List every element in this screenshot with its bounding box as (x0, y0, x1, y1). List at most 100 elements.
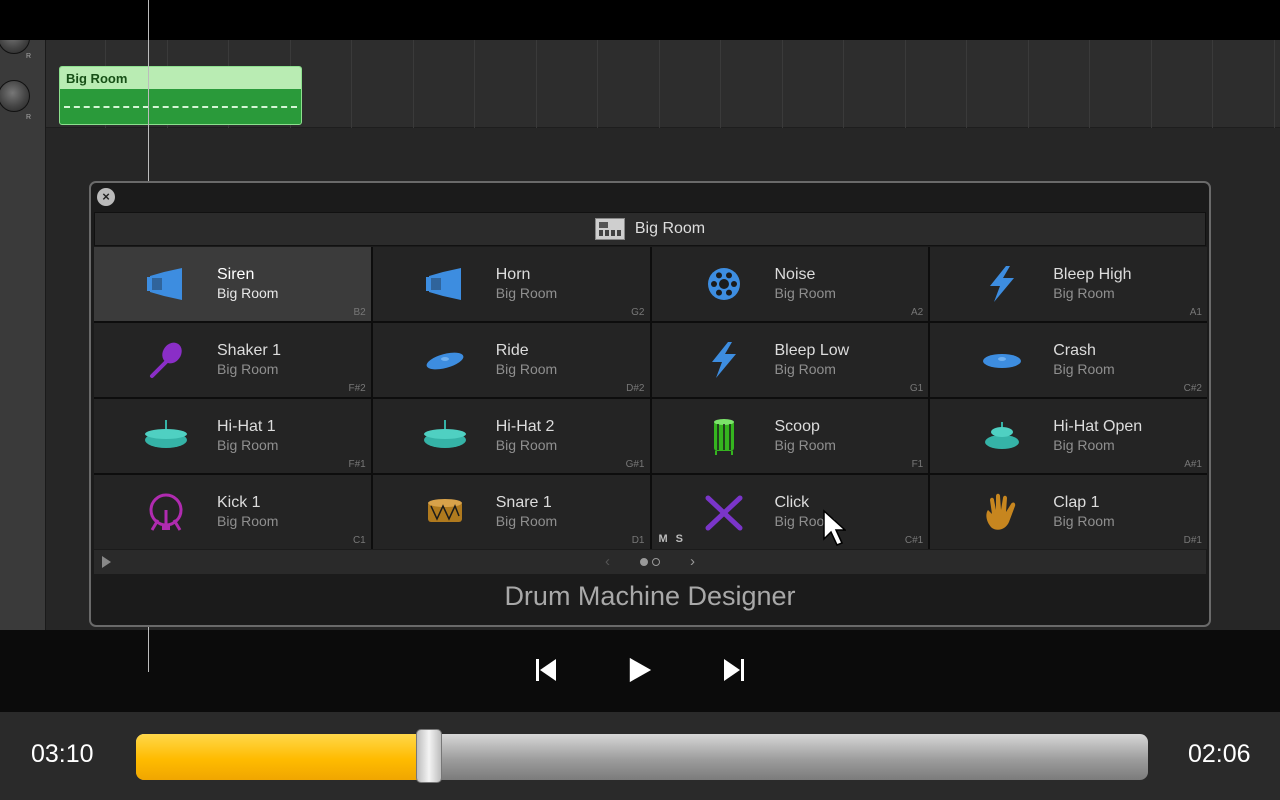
kit-header[interactable]: Big Room (94, 212, 1206, 246)
mute-button[interactable]: M (659, 533, 676, 545)
pad-name: Kick 1 (217, 494, 261, 511)
siren-icon (144, 264, 188, 304)
pad-name: Clap 1 (1053, 494, 1100, 511)
pad-name: Shaker 1 (217, 342, 282, 359)
pad-footer: ‹ › (94, 550, 1206, 574)
page-dot-1[interactable] (640, 557, 648, 566)
pad-name: Hi-Hat 2 (495, 418, 555, 435)
hihat-icon (144, 416, 188, 456)
progress-thumb[interactable] (416, 729, 443, 783)
pad-kit-name: Big Room (495, 513, 558, 529)
volume-knob[interactable] (0, 80, 30, 112)
region-title: Big Room (60, 67, 301, 89)
knob-marker: R (26, 53, 32, 60)
pad-name: Noise (774, 266, 816, 283)
drum-pad[interactable]: Scoop Big Room F1 (651, 399, 929, 473)
grid-line (412, 40, 414, 128)
drum-pad[interactable]: Hi-Hat 1 Big Room F#1 (94, 399, 371, 473)
drum-pad[interactable]: Horn Big Room G2 (372, 247, 650, 321)
drum-pad[interactable]: Snare 1 Big Room D1 (372, 475, 650, 549)
kick-drum-icon (144, 492, 188, 532)
pad-note: G1 (909, 383, 924, 394)
drum-pad[interactable]: Clap 1 Big Room D#1 (930, 475, 1207, 549)
region-waveform (64, 106, 297, 110)
knob-marker: R (26, 114, 32, 121)
grid-line (1212, 40, 1213, 128)
playback-progress-area: 03:10 02:06 (0, 712, 1280, 800)
grid-line (597, 40, 598, 128)
pad-kit-name: Big Room (217, 437, 279, 453)
prev-page-button[interactable]: ‹ (605, 553, 610, 570)
drum-pad[interactable]: Ride Big Room D#2 (372, 323, 650, 397)
pan-knob[interactable] (0, 40, 30, 54)
pad-kit-name: Big Room (774, 285, 836, 301)
page-dots[interactable] (640, 557, 660, 566)
pad-note: A2 (911, 307, 924, 318)
next-page-button[interactable]: › (690, 553, 695, 570)
pad-kit-name: Big Room (495, 437, 558, 453)
pad-kit-name: Big Room (774, 437, 836, 453)
shaker-icon (144, 340, 188, 380)
pad-note: C#2 (1183, 383, 1202, 394)
mute-solo-buttons[interactable]: MS (659, 533, 692, 545)
drum-pad[interactable]: Crash Big Room C#2 (930, 323, 1207, 397)
remaining-time: 02:06 (1188, 740, 1251, 768)
horn-icon (423, 264, 467, 304)
pad-name: Bleep Low (774, 342, 850, 359)
lightning-icon (702, 340, 746, 380)
drum-pad[interactable]: Kick 1 Big Room C1 (94, 475, 371, 549)
video-player-screen: R R Big Room × Big Room Siren Big Room B2 H… (0, 0, 1280, 800)
drum-pad[interactable]: Shaker 1 Big Room F#2 (94, 323, 371, 397)
drumsticks-icon (702, 492, 746, 532)
progress-fill (136, 734, 430, 780)
close-icon[interactable]: × (97, 188, 115, 206)
pad-kit-name: Big Room (774, 361, 836, 377)
pad-note: A#1 (1184, 459, 1202, 470)
grid-line (966, 40, 967, 128)
pad-note: G#1 (625, 459, 645, 470)
pad-name: Scoop (774, 418, 820, 435)
progress-track[interactable] (136, 734, 1148, 780)
drum-pad[interactable]: Hi-Hat 2 Big Room G#1 (372, 399, 650, 473)
elapsed-time: 03:10 (31, 740, 94, 768)
pad-kit-name: Big Room (1053, 361, 1115, 377)
drum-pad[interactable]: Noise Big Room A2 (651, 247, 929, 321)
pad-note: B2 (353, 307, 366, 318)
pad-grid: Siren Big Room B2 Horn Big Room G2 Noise Big Ro… (94, 247, 1207, 549)
plugin-title: Drum Machine Designer (504, 581, 796, 611)
drum-machine-designer-window: × Big Room Siren Big Room B2 Horn Big Room G2… (89, 181, 1211, 627)
clap-hand-icon (980, 492, 1024, 532)
grid-line (535, 40, 537, 128)
play-icon[interactable] (626, 657, 654, 683)
pad-name: Click (774, 494, 810, 511)
drum-pad[interactable]: Click Big Room C#1 MS (651, 475, 929, 549)
crash-cymbal-icon (980, 340, 1024, 380)
solo-button[interactable]: S (676, 533, 691, 545)
drum-pad[interactable]: Bleep Low Big Room G1 (651, 323, 929, 397)
drum-pad[interactable]: Bleep High Big Room A1 (930, 247, 1207, 321)
tom-drum-icon (702, 416, 746, 456)
preview-play-icon[interactable] (102, 556, 111, 568)
transport-bar (0, 630, 1280, 712)
pad-name: Hi-Hat 1 (217, 418, 276, 435)
skip-forward-icon[interactable] (722, 657, 746, 683)
snare-drum-icon (423, 492, 467, 532)
region-big-room[interactable]: Big Room (59, 66, 302, 125)
drum-pad[interactable]: Hi-Hat Open Big Room A#1 (930, 399, 1207, 473)
grid-line (1027, 40, 1029, 128)
pad-kit-name: Big Room (217, 285, 279, 301)
grid-line (351, 40, 352, 128)
lightning-icon (980, 264, 1024, 304)
pad-name: Hi-Hat Open (1053, 418, 1143, 435)
pad-note: D1 (631, 535, 645, 546)
grid-line (904, 40, 906, 128)
drum-pad[interactable]: Siren Big Room B2 (94, 247, 371, 321)
skip-back-icon[interactable] (534, 657, 558, 683)
track-header: R R (0, 40, 46, 630)
pad-note: D#1 (1183, 535, 1202, 546)
drum-machine-icon (594, 218, 625, 240)
page-dot-2[interactable] (652, 557, 660, 566)
pad-kit-name: Big Room (217, 361, 279, 377)
pad-kit-name: Big Room (1053, 513, 1115, 529)
pad-name: Siren (217, 266, 255, 283)
